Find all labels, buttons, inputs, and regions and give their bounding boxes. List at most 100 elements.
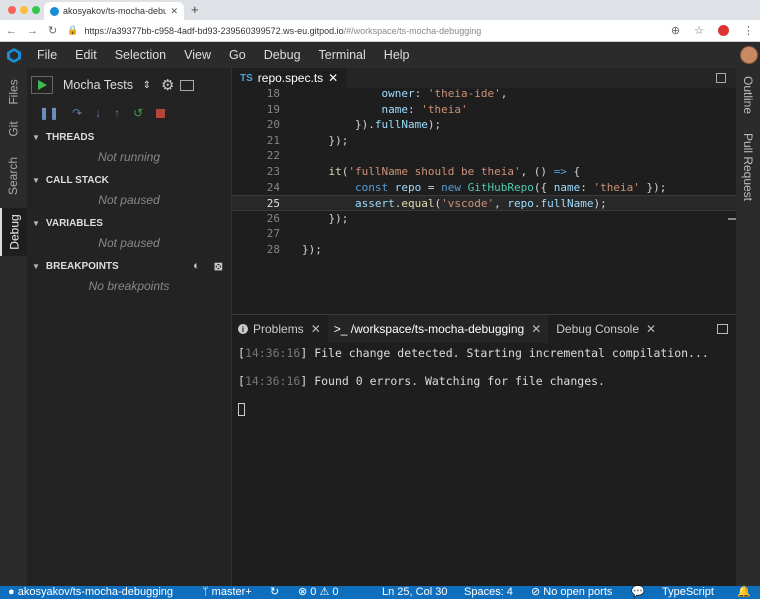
feedback-icon[interactable]: 💬 [631,586,645,599]
debug-config-label: Mocha Tests [63,78,133,92]
code-line[interactable]: 18 owner: 'theia-ide', [232,86,736,102]
activity-pull-request[interactable]: Pull Request [736,132,760,202]
code-line[interactable]: 25 assert.equal('vscode', repo.fullName)… [232,195,736,211]
browser-tab[interactable]: akosyakov/ts-mocha-debugging ✕ [44,2,184,20]
line-number: 26 [266,211,280,225]
start-debugging-button[interactable] [31,76,53,94]
browser-menu-icon[interactable]: ⋮ [743,24,754,37]
activity-search[interactable]: Search [0,152,27,200]
step-out-icon[interactable]: ↑ [114,106,120,120]
bookmark-star-icon[interactable]: ☆ [694,24,704,37]
address-bar: ← → ↻ 🔒 https://a39377bb-c958-4adf-bd93-… [0,20,760,42]
code-line[interactable]: 20 }).fullName); [232,117,736,133]
activity-git[interactable]: Git [0,116,27,142]
code-line[interactable]: 26 }); [232,211,736,227]
activity-bar-right: Outline Pull Request [736,68,760,586]
call-stack-section-header[interactable]: ▼ CALL STACK [27,171,231,189]
menu-help[interactable]: Help [375,48,419,62]
close-icon[interactable]: ✕ [311,322,321,336]
line-number: 23 [266,165,280,178]
code-text: const repo = new GitHubRepo({ name: 'the… [354,180,667,194]
close-icon[interactable]: ✕ [646,322,656,336]
debug-config-select[interactable]: Mocha Tests ⇕ [59,75,155,95]
split-editor-icon[interactable] [716,73,726,83]
status-indentation[interactable]: Spaces: 4 [464,586,513,599]
menu-view[interactable]: View [175,48,220,62]
overview-ruler-mark [728,218,736,220]
restart-icon[interactable]: ↺ [133,106,143,120]
debug-sidebar: Mocha Tests ⇕ ⚙ ❚❚ ↷ ↓ ↑ ↺ ▼ THREADS Not … [27,68,232,586]
line-number: 20 [266,118,280,132]
pause-icon[interactable]: ❚❚ [39,106,59,120]
breakpoints-section-header[interactable]: ▼ BREAKPOINTS ◐ ⊠ [27,257,231,275]
activity-debug[interactable]: Debug [0,208,27,256]
status-language[interactable]: TypeScript [662,586,714,599]
terminal-line: [14:36:16] Found 0 errors. Watching for … [238,374,605,388]
menu-edit[interactable]: Edit [66,48,106,62]
menu-file[interactable]: File [28,48,66,62]
threads-section-header[interactable]: ▼ THREADS [27,128,231,146]
minimize-window-button[interactable] [20,6,28,14]
code-line[interactable]: 21 }); [232,133,736,149]
debug-console-icon[interactable] [180,79,195,91]
forward-arrow-icon[interactable]: → [27,25,38,37]
code-line[interactable]: 22 [232,148,736,164]
status-cursor-position[interactable]: Ln 25, Col 30 [382,586,447,599]
code-line[interactable]: 27 [232,226,736,242]
activity-files[interactable]: Files [0,72,27,112]
maximize-panel-icon[interactable] [717,324,728,334]
zoom-window-button[interactable] [32,6,40,14]
new-tab-button[interactable]: + [191,2,199,17]
breakpoints-empty-text: No breakpoints [88,278,170,293]
terminal-output[interactable]: [14:36:16] File change detected. Startin… [238,345,709,429]
step-into-icon[interactable]: ↓ [95,106,101,120]
line-number: 22 [266,149,280,163]
gitpod-favicon-icon [50,6,59,16]
notifications-bell-icon[interactable]: 🔔 [737,586,751,599]
code-text: owner: 'theia-ide', [381,87,508,100]
editor-tab-repo-spec[interactable]: TS repo.spec.ts ✕ [232,68,347,88]
tab-problems[interactable]: i Problems ✕ [238,315,328,343]
toggle-breakpoints-icon[interactable]: ◐ [193,260,200,272]
code-line[interactable]: 23 it('fullName should be theia', () => … [232,164,736,180]
extension-icon[interactable] [718,25,729,36]
menu-go[interactable]: Go [220,48,255,62]
translate-icon[interactable]: ⊕ [671,24,680,37]
menu-terminal[interactable]: Terminal [310,48,375,62]
theia-logo-icon [0,42,28,68]
code-line[interactable]: 28}); [232,242,736,258]
activity-outline[interactable]: Outline [736,72,760,118]
close-icon[interactable]: ✕ [328,71,338,85]
tab-terminal[interactable]: >_ /workspace/ts-mocha-debugging ✕ [327,315,549,343]
status-repo[interactable]: ● akosyakov/ts-mocha-debugging [8,586,173,599]
gear-icon[interactable]: ⚙ [161,76,174,94]
stop-icon[interactable] [156,108,166,118]
url-input[interactable]: 🔒 https://a39377bb-c958-4adf-bd93-239560… [67,25,661,36]
user-avatar[interactable] [740,46,758,64]
close-icon[interactable]: ✕ [531,322,541,336]
line-number: 25 [266,197,280,211]
back-arrow-icon[interactable]: ← [6,25,17,37]
updown-chevron-icon: ⇕ [142,79,151,91]
lock-icon: 🔒 [67,25,79,35]
code-line[interactable]: 19 name: 'theia' [232,102,736,118]
status-ports[interactable]: ⊘ No open ports [531,586,612,599]
code-line[interactable]: 24 const repo = new GitHubRepo({ name: '… [232,180,736,196]
variables-empty-text: Not paused [98,235,160,250]
menu-selection[interactable]: Selection [106,48,175,62]
remove-all-breakpoints-icon[interactable]: ⊠ [214,260,223,273]
browser-tab-close-icon[interactable]: ✕ [170,6,178,17]
tab-debug-console[interactable]: Debug Console ✕ [548,315,663,343]
variables-section-header[interactable]: ▼ VARIABLES [27,214,231,232]
reload-icon[interactable]: ↻ [48,24,57,37]
menu-bar: File Edit Selection View Go Debug Termin… [0,42,760,68]
chevron-down-icon: ▼ [32,175,40,185]
step-over-icon[interactable]: ↷ [72,106,82,120]
sync-icon[interactable]: ↻ [270,586,279,599]
status-branch[interactable]: ᛘ master+ [202,586,252,599]
line-number: 24 [266,180,280,194]
code-text: name: 'theia' [381,102,468,116]
close-window-button[interactable] [8,6,16,14]
menu-debug[interactable]: Debug [255,48,310,62]
status-problems[interactable]: ⊗ 0 ⚠ 0 [298,586,339,599]
